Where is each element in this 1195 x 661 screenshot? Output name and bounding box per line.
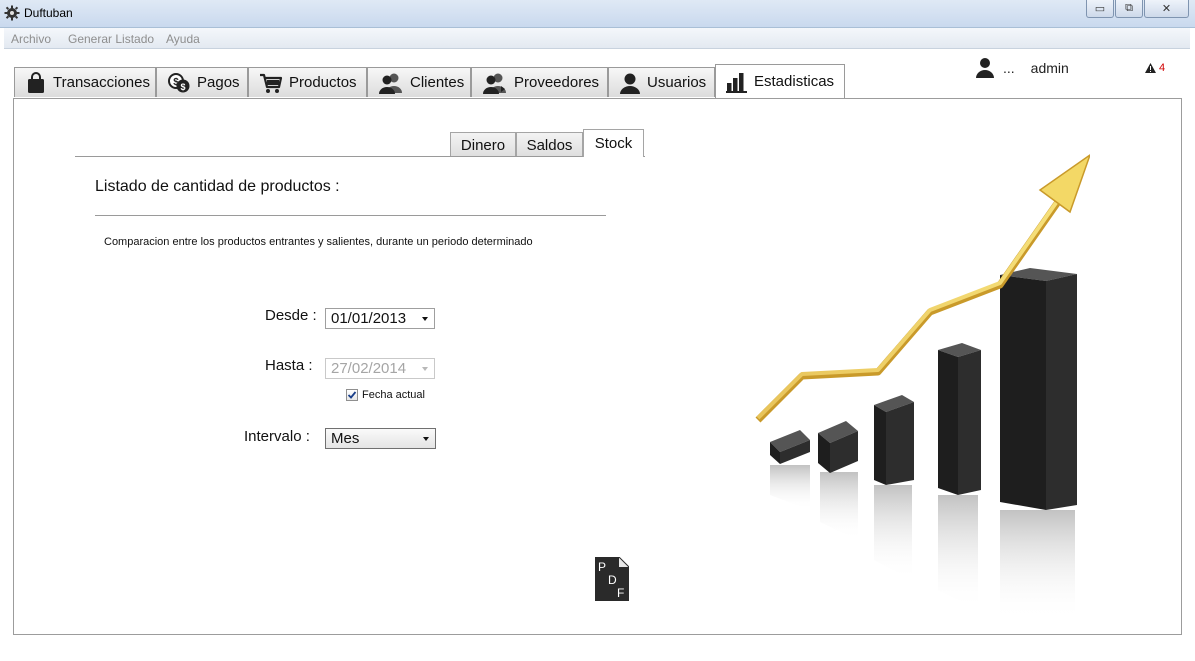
desde-date-picker[interactable]: 01/01/2013 <box>325 308 435 329</box>
users-icon <box>379 73 402 94</box>
hasta-label: Hasta : <box>265 357 313 374</box>
close-button[interactable]: ✕ <box>1144 0 1189 18</box>
subtab-dinero[interactable]: Dinero <box>450 132 516 157</box>
user-dots: ... <box>1003 60 1015 76</box>
tab-label: Usuarios <box>647 74 707 91</box>
fecha-actual-label: Fecha actual <box>362 389 425 401</box>
subtab-stock[interactable]: Stock <box>583 129 644 157</box>
username: admin <box>1030 60 1069 76</box>
intervalo-value: Mes <box>331 430 360 447</box>
bar-chart-icon <box>726 72 747 93</box>
tab-label: Proveedores <box>514 74 600 91</box>
menu-generar-listado[interactable]: Generar Listado <box>68 32 154 46</box>
gear-icon <box>4 5 20 21</box>
shopping-bag-icon <box>28 71 44 93</box>
tab-label: Transacciones <box>53 74 150 91</box>
subtab-baseline <box>75 156 645 157</box>
window-controls: ▭ ⧉ ✕ <box>1085 0 1189 18</box>
user-icon <box>620 73 640 94</box>
fecha-actual-checkbox[interactable] <box>346 389 358 401</box>
tab-productos[interactable]: Productos <box>248 67 367 97</box>
chevron-down-icon <box>422 317 428 321</box>
tab-clientes[interactable]: Clientes <box>367 67 471 97</box>
tab-transacciones[interactable]: Transacciones <box>14 67 156 97</box>
restore-button[interactable]: ⧉ <box>1115 0 1143 18</box>
window-titlebar: Duftuban ▭ ⧉ ✕ <box>0 0 1195 28</box>
supplier-users-icon <box>483 73 506 94</box>
desde-value: 01/01/2013 <box>331 310 407 327</box>
checkmark-icon <box>347 391 357 399</box>
growth-chart-illustration <box>755 154 1090 620</box>
user-icon <box>976 58 994 78</box>
tab-pagos[interactable]: $ $ Pagos <box>156 67 248 97</box>
subtab-saldos[interactable]: Saldos <box>516 132 583 157</box>
pdf-letter-f: F <box>617 586 624 600</box>
pdf-letter-d: D <box>608 573 617 587</box>
intervalo-select[interactable]: Mes <box>325 428 436 449</box>
warning-icon <box>1145 63 1156 73</box>
desde-label: Desde : <box>265 307 317 324</box>
tab-label: Clientes <box>410 74 465 91</box>
svg-text:$: $ <box>180 82 185 92</box>
pdf-letter-p: P <box>598 560 606 574</box>
alert-count: 4 <box>1159 62 1166 74</box>
tab-label: Productos <box>289 74 357 91</box>
page-title: Listado de cantidad de productos : <box>95 178 340 195</box>
chevron-down-icon <box>423 437 429 441</box>
menu-archivo[interactable]: Archivo <box>11 32 51 46</box>
hasta-date-picker[interactable]: 27/02/2014 <box>325 358 435 379</box>
coins-icon: $ $ <box>168 72 190 92</box>
menu-ayuda[interactable]: Ayuda <box>166 32 200 46</box>
pdf-export-icon[interactable]: P D F <box>595 557 629 601</box>
window-title: Duftuban <box>24 6 73 20</box>
minimize-button[interactable]: ▭ <box>1086 0 1114 18</box>
user-info: ... admin <box>975 55 1069 81</box>
description-text: Comparacion entre los productos entrante… <box>104 236 533 248</box>
tab-proveedores[interactable]: Proveedores <box>471 67 608 97</box>
divider <box>95 215 606 216</box>
hasta-value: 27/02/2014 <box>331 360 407 377</box>
tab-label: Pagos <box>197 74 240 91</box>
tab-estadisticas[interactable]: Estadisticas <box>715 64 845 98</box>
tab-label: Estadisticas <box>754 73 835 90</box>
shopping-cart-icon <box>260 73 283 93</box>
intervalo-label: Intervalo : <box>244 428 310 445</box>
alert-indicator[interactable]: 4 <box>1145 62 1165 74</box>
chevron-down-icon <box>422 367 428 371</box>
menu-bar: Archivo Generar Listado Ayuda <box>4 28 1190 49</box>
tab-usuarios[interactable]: Usuarios <box>608 67 715 97</box>
